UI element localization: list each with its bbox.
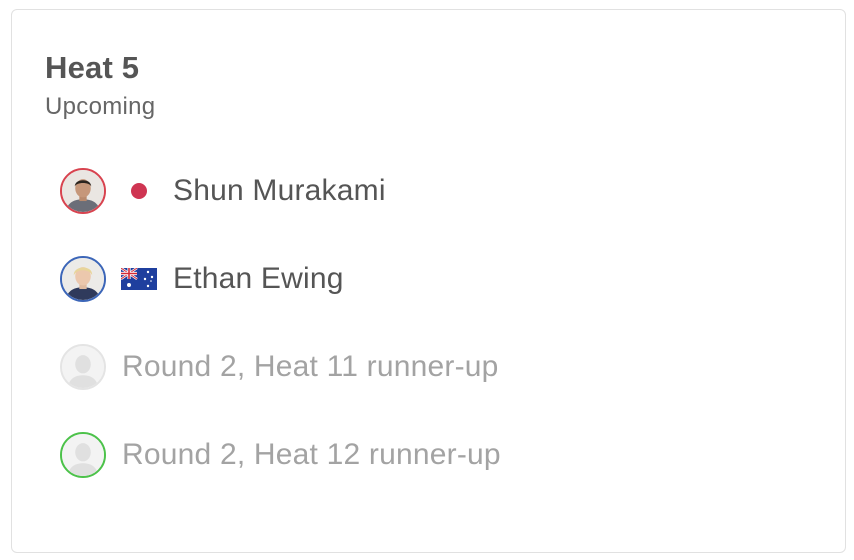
athlete-row[interactable]: Ethan Ewing	[60, 254, 344, 304]
placeholder-row: Round 2, Heat 12 runner-up	[60, 430, 501, 480]
heat-title: Heat 5	[45, 50, 140, 85]
athlete-avatar[interactable]	[60, 256, 106, 302]
heat-card: Heat 5 Upcoming Shun Murakami Ethan Ewin…	[11, 9, 846, 553]
athlete-name[interactable]: Shun Murakami	[173, 174, 386, 208]
athlete-name[interactable]: Ethan Ewing	[173, 262, 344, 296]
athlete-row[interactable]: Shun Murakami	[60, 166, 386, 216]
australia-flag-icon	[120, 266, 158, 292]
placeholder-name: Round 2, Heat 12 runner-up	[122, 438, 501, 471]
athlete-avatar[interactable]	[60, 168, 106, 214]
placeholder-avatar-icon	[60, 344, 106, 390]
japan-flag-icon	[120, 178, 158, 204]
heat-status: Upcoming	[45, 93, 156, 120]
placeholder-row: Round 2, Heat 11 runner-up	[60, 342, 499, 392]
placeholder-name: Round 2, Heat 11 runner-up	[122, 350, 499, 383]
placeholder-avatar-icon	[60, 432, 106, 478]
